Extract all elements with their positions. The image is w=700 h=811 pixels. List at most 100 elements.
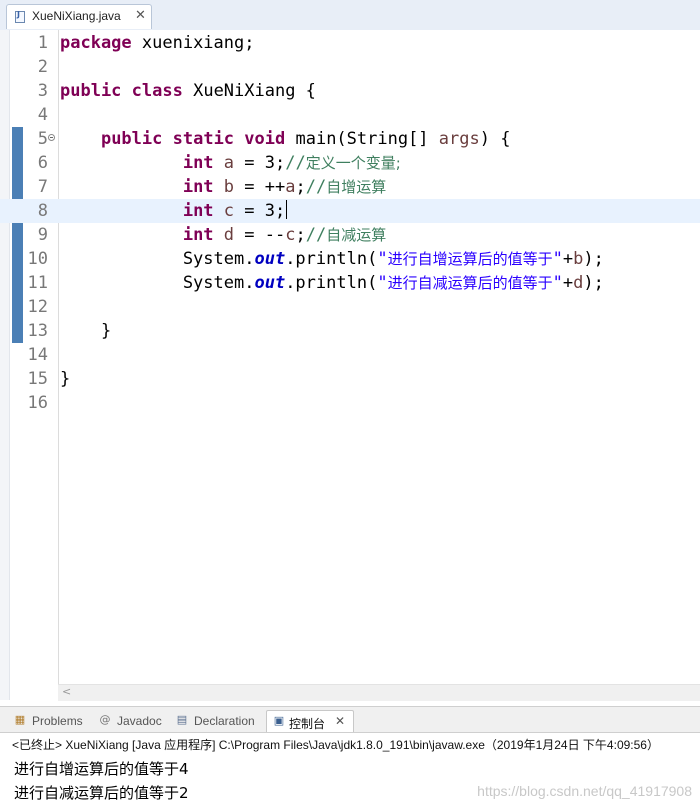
keyword: public	[100, 129, 163, 149]
tab-console[interactable]: ▣ 控制台 ✕	[266, 710, 354, 732]
code-line[interactable]: 15}	[0, 367, 700, 391]
code-text: int b = ++a;//自增运算	[60, 175, 386, 199]
comment: 自增运算	[326, 178, 387, 196]
code-line[interactable]: 11 System.out.println("进行自减运算后的值等于"+d);	[0, 271, 700, 295]
keyword: int	[182, 153, 214, 173]
line-number: 6	[37, 153, 48, 173]
code-text: );	[583, 273, 604, 293]
keyword: void	[244, 129, 286, 149]
tab-problems[interactable]: ▦ Problems	[14, 710, 94, 732]
console-status-line: <已终止> XueNiXiang [Java 应用程序] C:\Program …	[12, 738, 659, 752]
code-text: package xuenixiang;	[60, 31, 254, 55]
code-text: .println(	[285, 249, 378, 269]
keyword: static	[172, 129, 235, 149]
panel-tab-bar: ▦ Problems @ Javadoc ▤ Declaration ▣ 控制台…	[0, 706, 700, 733]
console-output-line: 进行自增运算后的值等于4	[14, 760, 189, 778]
close-icon[interactable]: ✕	[135, 8, 146, 23]
tab-javadoc[interactable]: @ Javadoc	[99, 710, 171, 732]
tab-console-label: 控制台	[289, 717, 326, 731]
code-text: main(String[]	[285, 129, 439, 149]
code-text: = 3;	[234, 201, 286, 221]
variable: c	[285, 225, 296, 245]
editor-tab-xuenixiang[interactable]: XueNiXiang.java ✕	[6, 4, 152, 29]
field: out	[254, 273, 286, 293]
code-text: ;	[295, 225, 306, 245]
variable: a	[223, 153, 235, 173]
code-line[interactable]: 1 package xuenixiang;	[0, 31, 700, 55]
code-line[interactable]: 9 int d = --c;//自减运算	[0, 223, 700, 247]
code-text: );	[583, 249, 604, 269]
tab-declaration-label: Declaration	[194, 714, 255, 728]
code-text: }	[60, 367, 70, 391]
code-text: System.out.println("进行自增运算后的值等于"+b);	[60, 247, 604, 271]
code-line[interactable]: 10 System.out.println("进行自增运算后的值等于"+b);	[0, 247, 700, 271]
code-line[interactable]: 13 }	[0, 319, 700, 343]
watermark: https://blog.csdn.net/qq_41917908	[477, 783, 692, 799]
line-number: 3	[37, 81, 48, 101]
string-literal: "	[377, 249, 388, 269]
declaration-icon: ▤	[176, 713, 188, 726]
code-line[interactable]: 8 int c = 3;	[0, 199, 700, 223]
code-line[interactable]: 3 public class XueNiXiang {	[0, 79, 700, 103]
code-line[interactable]: 5 public static void main(String[] args)…	[0, 127, 700, 151]
code-text: XueNiXiang {	[182, 81, 316, 101]
code-text: System.	[60, 249, 255, 269]
field: out	[254, 249, 286, 269]
code-line[interactable]: 16	[0, 391, 700, 415]
code-line[interactable]: 14	[0, 343, 700, 367]
variable: args	[438, 129, 480, 149]
keyword: int	[182, 177, 214, 197]
code-text: public class XueNiXiang {	[60, 79, 316, 103]
tab-declaration[interactable]: ▤ Declaration	[176, 710, 266, 732]
line-number: 11	[27, 273, 48, 293]
text-cursor	[286, 200, 288, 219]
code-editor[interactable]: 1 package xuenixiang; 2 3 public class XueNi…	[0, 30, 700, 701]
line-number: 12	[27, 297, 48, 317]
code-text: System.out.println("进行自减运算后的值等于"+d);	[60, 271, 604, 295]
code-line[interactable]: 2	[0, 55, 700, 79]
comment: 定义一个变量;	[305, 154, 401, 172]
line-number: 5	[37, 129, 48, 149]
comment: //	[305, 177, 327, 197]
code-text: ;	[295, 177, 306, 197]
code-text: .println(	[285, 273, 378, 293]
code-line[interactable]: 6 int a = 3;//定义一个变量;	[0, 151, 700, 175]
variable: d	[573, 273, 584, 293]
problems-icon: ▦	[14, 713, 26, 726]
line-number: 13	[27, 321, 48, 341]
line-number: 14	[27, 345, 48, 365]
code-text: +	[562, 249, 574, 269]
code-text: int c = 3;	[60, 199, 288, 223]
line-number: 9	[37, 225, 48, 245]
code-text: = ++	[234, 177, 286, 197]
close-icon[interactable]: ✕	[335, 714, 345, 728]
console-view[interactable]: <已终止> XueNiXiang [Java 应用程序] C:\Program …	[0, 733, 700, 811]
scroll-left-icon[interactable]: <	[62, 685, 71, 698]
comment: //	[305, 225, 327, 245]
line-number: 1	[37, 33, 48, 53]
variable: b	[223, 177, 235, 197]
string-literal: "	[377, 273, 388, 293]
fold-collapse-icon[interactable]	[48, 134, 55, 141]
string-literal: 进行自减运算后的值等于	[387, 274, 553, 292]
code-line[interactable]: 12	[0, 295, 700, 319]
comment: //	[285, 153, 306, 173]
code-line[interactable]: 7 int b = ++a;//自增运算	[0, 175, 700, 199]
horizontal-scrollbar[interactable]: <	[58, 684, 700, 701]
code-text: }	[60, 369, 71, 389]
variable: a	[285, 177, 296, 197]
code-text: public static void main(String[] args) {	[60, 127, 511, 151]
code-text: +	[562, 273, 574, 293]
code-line[interactable]: 4	[0, 103, 700, 127]
line-number: 8	[37, 201, 48, 221]
tab-javadoc-label: Javadoc	[117, 714, 162, 728]
line-number: 15	[27, 369, 48, 389]
